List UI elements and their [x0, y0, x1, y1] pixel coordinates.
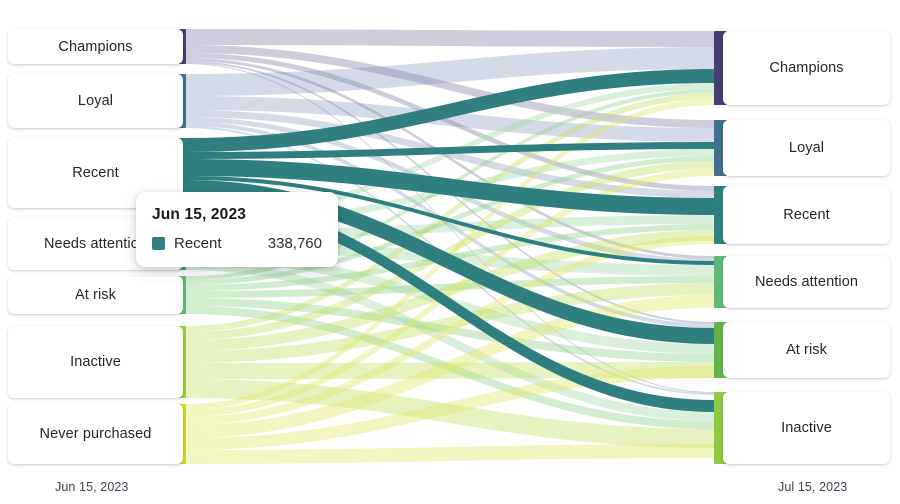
flow-never_purchased-to-inactive[interactable]: [186, 444, 714, 464]
node-card-right-needs_attention[interactable]: Needs attention: [723, 256, 890, 308]
node-label: At risk: [786, 342, 827, 358]
axis-label-start: Jun 15, 2023: [55, 480, 129, 494]
node-label: Needs attention: [754, 274, 859, 290]
node-label: Inactive: [70, 354, 121, 370]
node-label: Needs attention: [43, 236, 148, 252]
tooltip-series-name: Recent: [174, 235, 222, 252]
node-label: Champions: [58, 38, 133, 55]
tooltip-color-swatch: [152, 237, 165, 250]
node-card-left-champions[interactable]: Champions: [8, 29, 183, 64]
node-label: Recent: [783, 207, 830, 223]
hover-tooltip: Jun 15, 2023 Recent 338,760: [136, 192, 338, 267]
node-card-left-inactive[interactable]: Inactive: [8, 326, 183, 398]
node-label: Recent: [72, 165, 119, 181]
node-label: Loyal: [788, 140, 825, 156]
node-card-left-at_risk[interactable]: At risk: [8, 276, 183, 314]
node-label: Never purchased: [39, 426, 152, 442]
node-label: Champions: [769, 60, 844, 76]
node-card-right-at_risk[interactable]: At risk: [723, 322, 890, 378]
tooltip-series-row: Recent 338,760: [152, 235, 322, 252]
node-card-right-inactive[interactable]: Inactive: [723, 392, 890, 464]
sankey-chart: Champions Loyal Recent Needs attention At ri…: [0, 0, 900, 504]
tooltip-value: 338,760: [267, 235, 322, 252]
tooltip-date: Jun 15, 2023: [152, 206, 246, 223]
node-card-left-never_purchased[interactable]: Never purchased: [8, 404, 183, 464]
flow-champions-to-champions[interactable]: [186, 29, 714, 47]
node-card-left-loyal[interactable]: Loyal: [8, 74, 183, 128]
node-label: Inactive: [781, 420, 832, 436]
node-label: Loyal: [77, 93, 114, 109]
node-label: At risk: [75, 287, 116, 303]
node-card-right-loyal[interactable]: Loyal: [723, 120, 890, 176]
node-card-right-recent[interactable]: Recent: [723, 186, 890, 244]
node-card-right-champions[interactable]: Champions: [723, 31, 890, 105]
axis-label-end: Jul 15, 2023: [778, 480, 848, 494]
